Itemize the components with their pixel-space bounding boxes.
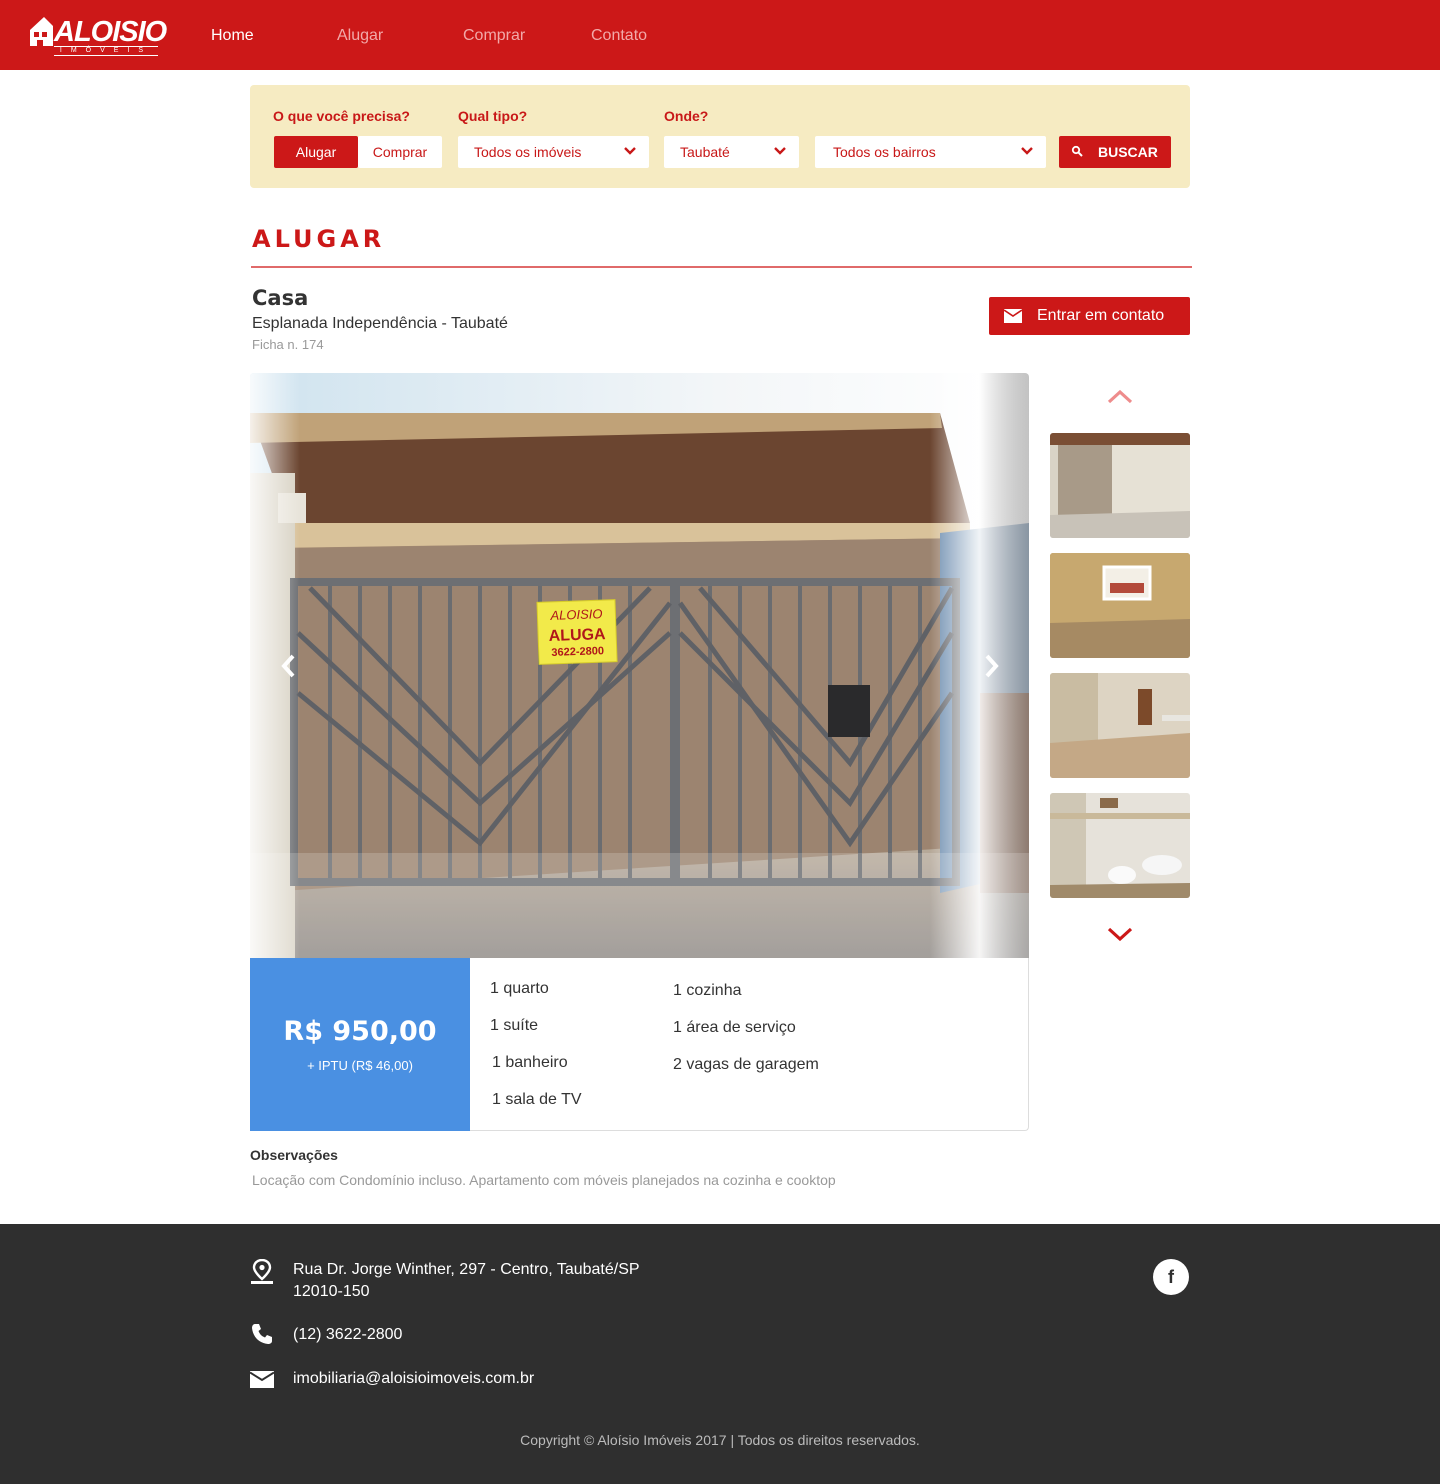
feature-item: 2 vagas de garagem: [673, 1056, 819, 1073]
sign-word: ALUGA: [548, 626, 606, 645]
chevron-down-icon: [774, 147, 786, 155]
property-type: Casa: [252, 286, 309, 310]
search-icon: [1071, 145, 1083, 157]
sign-brand: ALOISIO: [549, 606, 603, 623]
chevron-down-icon: [624, 147, 636, 155]
observations-title: Observações: [250, 1147, 338, 1163]
type-label: Qual tipo?: [458, 108, 528, 124]
district-select[interactable]: Todos os bairros: [815, 136, 1046, 168]
envelope-icon: [250, 1371, 274, 1388]
feature-item: 1 cozinha: [673, 982, 742, 999]
logo[interactable]: ALOISIO IMÓVEIS: [28, 12, 167, 58]
price: R$ 950,00: [283, 1016, 437, 1047]
chevron-down-icon: [1021, 147, 1033, 155]
search-button[interactable]: BUSCAR: [1059, 136, 1171, 168]
toggle-alugar[interactable]: Alugar: [274, 136, 358, 168]
where-label: Onde?: [664, 108, 709, 124]
facebook-icon: f: [1168, 1267, 1174, 1287]
map-pin-icon: [251, 1259, 273, 1284]
chevron-left-icon[interactable]: [278, 651, 300, 681]
footer-address: Rua Dr. Jorge Winther, 297 - Centro, Tau…: [293, 1259, 640, 1303]
type-select[interactable]: Todos os imóveis: [458, 136, 649, 168]
logo-subtitle: IMÓVEIS: [54, 46, 158, 56]
title-divider: [251, 266, 1192, 268]
price-box: R$ 950,00 + IPTU (R$ 46,00): [250, 958, 470, 1131]
property-ref: Ficha n. 174: [252, 337, 324, 352]
city-select[interactable]: Taubaté: [664, 136, 799, 168]
thumbnail-3[interactable]: [1050, 673, 1190, 778]
toggle-comprar[interactable]: Comprar: [358, 136, 442, 168]
facebook-button[interactable]: f: [1153, 1259, 1189, 1295]
house-logo-icon: [30, 17, 53, 46]
logo-wordmark: ALOISIO: [54, 16, 167, 48]
address-line-1: Rua Dr. Jorge Winther, 297 - Centro, Tau…: [293, 1261, 640, 1278]
sign-phone: 3622-2800: [551, 645, 604, 659]
thumbnail-2[interactable]: [1050, 553, 1190, 658]
property-location: Esplanada Independência - Taubaté: [252, 315, 508, 332]
city-select-value: Taubaté: [680, 144, 730, 160]
type-select-value: Todos os imóveis: [474, 144, 582, 160]
thumbnail-1[interactable]: [1050, 433, 1190, 538]
address-line-2: 12010-150: [293, 1283, 370, 1300]
nav-contato[interactable]: Contato: [591, 27, 647, 45]
chevron-up-icon[interactable]: [1106, 387, 1134, 407]
thumbnail-4[interactable]: [1050, 793, 1190, 898]
district-select-value: Todos os bairros: [833, 144, 936, 160]
feature-item: 1 área de serviço: [673, 1019, 796, 1036]
need-label: O que você precisa?: [273, 108, 410, 124]
feature-item: 1 suíte: [490, 1017, 539, 1034]
phone-icon: [252, 1324, 272, 1344]
search-panel: O que você precisa? Alugar Comprar Qual …: [250, 85, 1190, 188]
contact-button-label: Entrar em contato: [1037, 307, 1165, 324]
iptu: + IPTU (R$ 46,00): [307, 1058, 413, 1073]
nav-home[interactable]: Home: [211, 27, 254, 45]
envelope-icon: [1004, 309, 1022, 323]
nav-alugar[interactable]: Alugar: [337, 27, 383, 45]
copyright: Copyright © Aloísio Imóveis 2017 | Todos…: [520, 1432, 920, 1448]
footer-email[interactable]: imobiliaria@aloisioimoveis.com.br: [293, 1368, 534, 1390]
contact-button[interactable]: Entrar em contato: [989, 297, 1190, 335]
observations-text: Locação com Condomínio incluso. Apartame…: [252, 1172, 836, 1188]
nav-comprar[interactable]: Comprar: [463, 27, 525, 45]
page-title: ALUGAR: [252, 225, 386, 253]
main-photo: ALOISIO ALUGA 3622-2800: [250, 373, 1029, 958]
chevron-down-icon[interactable]: [1106, 924, 1134, 944]
chevron-right-icon[interactable]: [980, 651, 1002, 681]
feature-item: 1 quarto: [490, 980, 549, 997]
feature-item: 1 sala de TV: [492, 1091, 582, 1108]
search-button-label: BUSCAR: [1098, 144, 1158, 160]
footer-phone: (12) 3622-2800: [293, 1326, 403, 1343]
top-navbar: ALOISIO IMÓVEIS Home Alugar Comprar Cont…: [0, 0, 1440, 70]
feature-item: 1 banheiro: [492, 1054, 568, 1071]
